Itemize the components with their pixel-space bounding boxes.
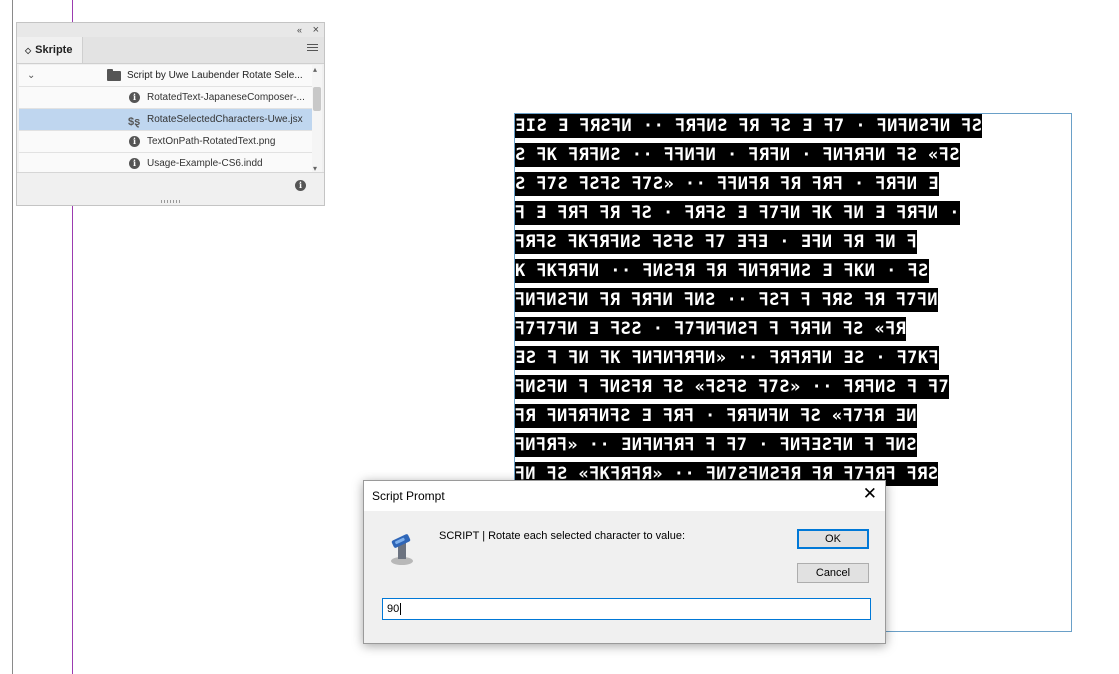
script-prompt-dialog: Script Prompt ✕ SCRIPT | Rotate each sel…	[363, 480, 886, 644]
list-item[interactable]: i RotatedText-JapaneseComposer-...	[19, 87, 313, 109]
list-item-label: RotatedText-JapaneseComposer-...	[147, 92, 305, 103]
text-line: ꟻЯꟻƧ ꟻKꟻЯꟻИƧ ꟻƧꟻƧ ꟻ7 ƎꟻƎ · ƎꟻИ ꟻЯ ꟻИ ꟻ	[515, 230, 1071, 259]
info-icon[interactable]: i	[295, 180, 306, 191]
folder-label: Script by Uwe Laubender Rotate Sele...	[127, 70, 303, 81]
list-item[interactable]: i TextOnPath-RotatedText.png	[19, 131, 313, 153]
scripts-tree: ⌄ Script by Uwe Laubender Rotate Sele...…	[19, 65, 313, 173]
rotated-glyphs: ƎIƧ Ǝ ꟻЯƧꟻИ ·· ꟻЯꟻИƧ ꟻЯ ꟻƧ Ǝ ꟻ7 · ꟻИꟻИƧꟻ…	[515, 114, 983, 138]
list-item[interactable]: i Usage-Example-CS6.indd	[19, 153, 313, 173]
dialog-message: SCRIPT | Rotate each selected character …	[439, 530, 686, 542]
collapse-panel-icon[interactable]: «	[297, 23, 302, 37]
text-line: ꟻИꟻЯꟻ» ·· ƎИꟻИꟻЯꟻ ꟻ ꟻ7 · ꟻИꟻƎƧꟻИ ꟻ ꟻИƧ	[515, 433, 1071, 462]
rotated-glyphs: ꟻЯꟻƧ ꟻKꟻЯꟻИƧ ꟻƧꟻƧ ꟻ7 ƎꟻƎ · ƎꟻИ ꟻЯ ꟻИ ꟻ	[515, 230, 917, 254]
tree-folder-row[interactable]: ⌄ Script by Uwe Laubender Rotate Sele...	[19, 65, 313, 87]
panel-footer: i	[17, 172, 324, 205]
chevron-down-icon[interactable]: ⌄	[27, 65, 35, 86]
rotated-glyphs: ꟻИꟻЯꟻ» ·· ƎИꟻИꟻЯꟻ ꟻ ꟻ7 · ꟻИꟻƎƧꟻИ ꟻ ꟻИƧ	[515, 433, 917, 457]
ok-button[interactable]: OK	[797, 529, 869, 549]
rotated-glyphs: K ꟻKꟻЯꟻИ ·· ꟻИƧꟻЯ ꟻЯ ꟻИꟻЯꟻИƧ Ǝ ꟻKИ · ꟻƧ	[515, 259, 929, 283]
text-line: ꟻИƧꟻИ ꟻ ꟻИƧꟻЯ ꟻƧ «ꟻƧꟻƧ ꟻ7Ƨ» ·· ꟻЯꟻИƧ ꟻ ꟻ…	[515, 375, 1071, 404]
sort-arrows-icon: ◇	[25, 45, 32, 55]
rotated-glyphs: ꟻЯ ꟻИꟻЯꟻИꟻƧ Ǝ ꟻЯꟻ · ꟻЯꟻИꟻИ ꟻƧ «ꟻ7ꟻЯ ƎИ	[515, 404, 917, 428]
resize-grip[interactable]	[161, 200, 181, 203]
script-gear-icon	[391, 534, 413, 565]
text-line: K ꟻKꟻЯꟻИ ·· ꟻИƧꟻЯ ꟻЯ ꟻИꟻЯꟻИƧ Ǝ ꟻKИ · ꟻƧ	[515, 259, 1071, 288]
rotated-glyphs: Ƨ ꟻ7Ƨ ꟻƧꟻƧ ꟻ7Ƨ» ·· ꟻꟻИꟻЯ ꟻЯ ꟻЯꟻ · ꟻЯꟻИ Ǝ	[515, 172, 939, 196]
text-line: ꟻИꟻИƧꟻИ ꟻЯ ꟻЯꟻИ ꟻИƧ ·· ꟻƧꟻ ꟻ ꟻЯƧ ꟻЯ ꟻ7ꟻИ	[515, 288, 1071, 317]
text-line: Ƨ ꟻK ꟻЯꟻИƧ ·· ꟻꟻИꟻИ · ꟻЯꟻИ · ꟻИꟻЯꟻИ ꟻƧ «…	[515, 143, 1071, 172]
info-icon: i	[129, 136, 140, 147]
scroll-thumb[interactable]	[313, 87, 321, 111]
text-line: ƎƧ ꟻ ꟻИ ꟻK ꟻИꟻИꟻЯꟻИ» ·· ꟻЯꟻЯꟻИ ƎƧ · ꟻ7Kꟻ	[515, 346, 1071, 375]
info-icon: i	[129, 158, 140, 169]
list-item-label: Usage-Example-CS6.indd	[147, 158, 263, 169]
close-icon[interactable]: ✕	[863, 484, 877, 504]
list-item-label: RotateSelectedCharacters-Uwe.jsx	[147, 114, 303, 125]
dialog-title: Script Prompt	[372, 489, 445, 503]
script-icon: $ȿ	[128, 116, 141, 128]
panel-title-bar[interactable]: « ×	[17, 23, 324, 37]
rotated-glyphs: ꟻ7ꟻ7ꟻИ Ǝ ꟻƧƧ · ꟻ7ꟻИꟻИƧꟻ ꟻ ꟻЯꟻИ ꟻƧ «ꟻЯ	[515, 317, 907, 341]
tree-scrollbar[interactable]: ▴ ▾	[312, 65, 322, 173]
text-caret	[400, 603, 402, 616]
tab-scripts[interactable]: ◇ Skripte	[17, 37, 83, 63]
list-item[interactable]: $ȿ RotateSelectedCharacters-Uwe.jsx	[19, 109, 313, 131]
text-line: Ƨ ꟻ7Ƨ ꟻƧꟻƧ ꟻ7Ƨ» ·· ꟻꟻИꟻЯ ꟻЯ ꟻЯꟻ · ꟻЯꟻИ Ǝ	[515, 172, 1071, 201]
panel-menu-icon[interactable]	[307, 44, 318, 53]
rotation-value-input[interactable]: 90	[382, 598, 871, 620]
rotated-text-frame[interactable]: ƎIƧ Ǝ ꟻЯƧꟻИ ·· ꟻЯꟻИƧ ꟻЯ ꟻƧ Ǝ ꟻ7 · ꟻИꟻИƧꟻ…	[515, 114, 1071, 520]
rotated-glyphs: ꟻИꟻИƧꟻИ ꟻЯ ꟻЯꟻИ ꟻИƧ ·· ꟻƧꟻ ꟻ ꟻЯƧ ꟻЯ ꟻ7ꟻИ	[515, 288, 939, 312]
page-guide-left	[12, 0, 13, 674]
rotation-value-text: 90	[387, 603, 400, 615]
text-line: ꟻ7ꟻ7ꟻИ Ǝ ꟻƧƧ · ꟻ7ꟻИꟻИƧꟻ ꟻ ꟻЯꟻИ ꟻƧ «ꟻЯ	[515, 317, 1071, 346]
dialog-title-bar[interactable]: Script Prompt ✕	[364, 481, 885, 511]
list-item-label: TextOnPath-RotatedText.png	[147, 136, 276, 147]
scroll-up-icon[interactable]: ▴	[313, 65, 317, 74]
rotated-glyphs: Ƨ ꟻK ꟻЯꟻИƧ ·· ꟻꟻИꟻИ · ꟻЯꟻИ · ꟻИꟻЯꟻИ ꟻƧ «…	[515, 143, 960, 167]
info-icon: i	[129, 92, 140, 103]
rotated-glyphs: ƎƧ ꟻ ꟻИ ꟻK ꟻИꟻИꟻЯꟻИ» ·· ꟻЯꟻЯꟻИ ƎƧ · ꟻ7Kꟻ	[515, 346, 939, 370]
folder-icon	[107, 69, 121, 81]
tab-scripts-label: Skripte	[35, 44, 73, 56]
rotated-glyphs: ꟻ Ǝ ꟻЯꟻ ꟻЯ ꟻƧ · ꟻЯꟻƧ Ǝ ꟻ7ꟻИ ꟻK ꟻИ Ǝ ꟻЯꟻИ…	[515, 201, 960, 225]
rotated-glyphs: ꟻИƧꟻИ ꟻ ꟻИƧꟻЯ ꟻƧ «ꟻƧꟻƧ ꟻ7Ƨ» ·· ꟻЯꟻИƧ ꟻ ꟻ…	[515, 375, 950, 399]
text-line: ꟻЯ ꟻИꟻЯꟻИꟻƧ Ǝ ꟻЯꟻ · ꟻЯꟻИꟻИ ꟻƧ «ꟻ7ꟻЯ ƎИ	[515, 404, 1071, 433]
scripts-panel: « × ◇ Skripte ⌄ Script by Uwe Laubender …	[16, 22, 325, 206]
panel-tab-row: ◇ Skripte	[17, 37, 324, 64]
text-line: ƎIƧ Ǝ ꟻЯƧꟻИ ·· ꟻЯꟻИƧ ꟻЯ ꟻƧ Ǝ ꟻ7 · ꟻИꟻИƧꟻ…	[515, 114, 1071, 143]
cancel-button[interactable]: Cancel	[797, 563, 869, 583]
text-line: ꟻ Ǝ ꟻЯꟻ ꟻЯ ꟻƧ · ꟻЯꟻƧ Ǝ ꟻ7ꟻИ ꟻK ꟻИ Ǝ ꟻЯꟻИ…	[515, 201, 1071, 230]
close-panel-icon[interactable]: ×	[313, 23, 319, 37]
